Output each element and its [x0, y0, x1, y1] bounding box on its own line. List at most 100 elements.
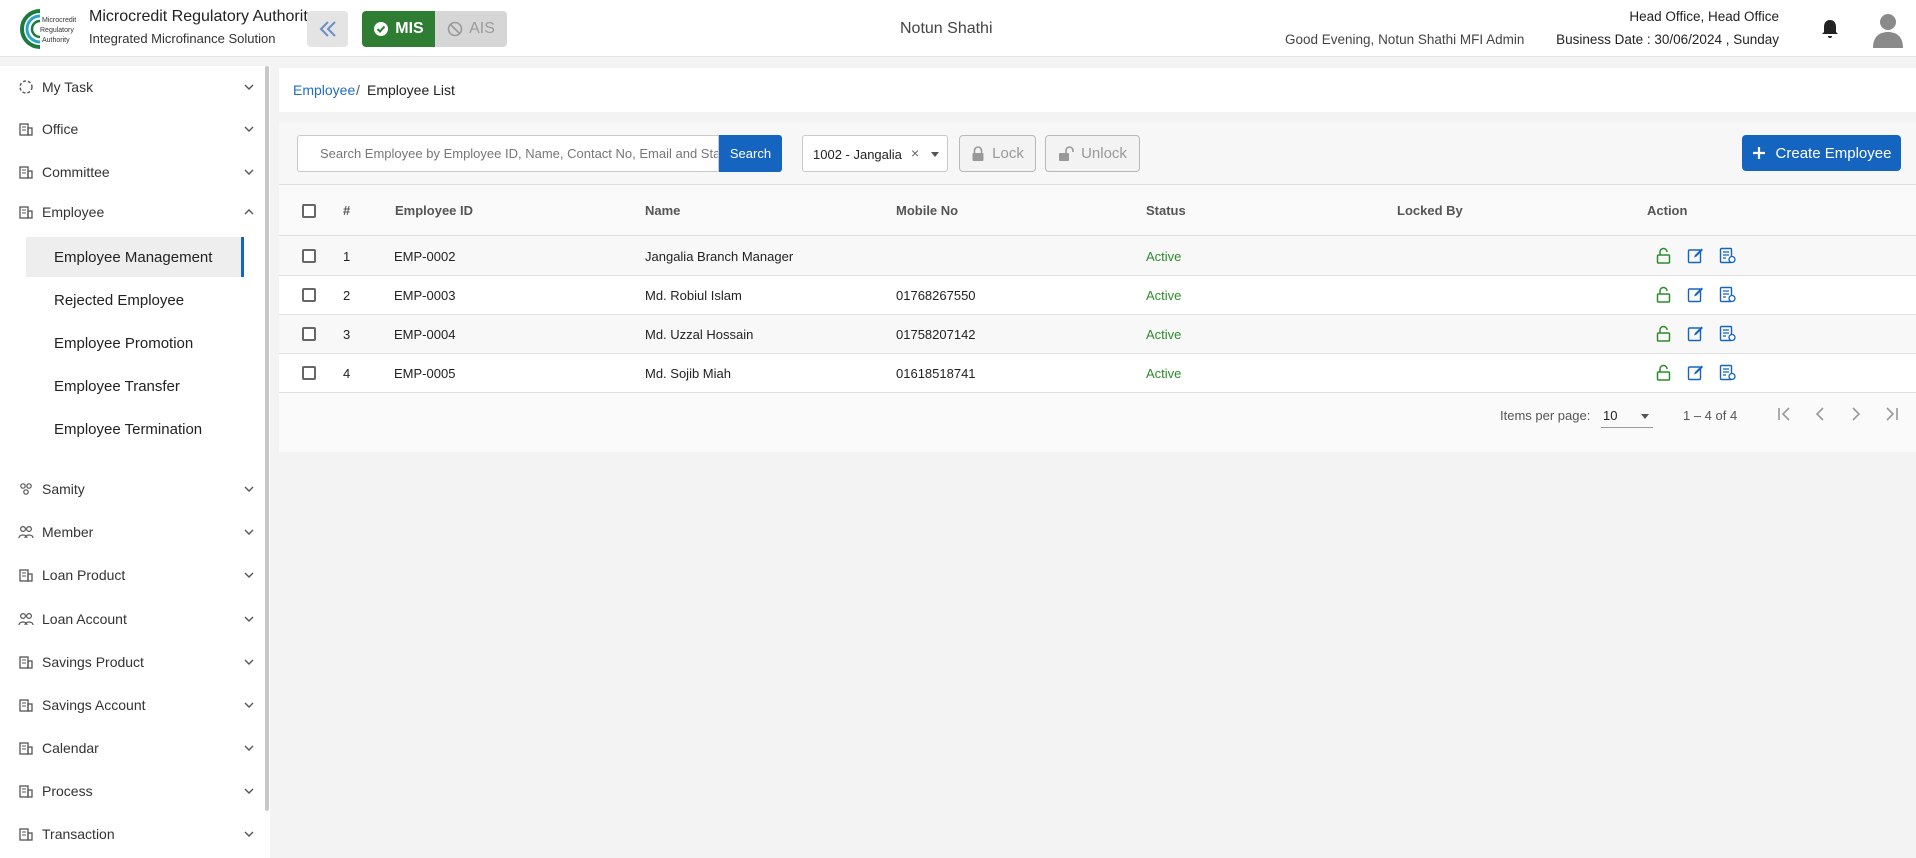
unlock-action-icon[interactable]	[1655, 325, 1672, 342]
cell-mobile: 01618518741	[896, 366, 976, 381]
sidebar-item-label: Office	[42, 121, 79, 137]
details-icon[interactable]	[1719, 286, 1736, 303]
sidebar-subitem-rejected-employee[interactable]: Rejected Employee	[26, 280, 244, 320]
sidebar-item-my-task[interactable]: My Task	[0, 67, 262, 107]
sidebar-item-savings-account[interactable]: Savings Account	[0, 685, 262, 725]
edit-icon[interactable]	[1687, 325, 1704, 342]
breadcrumb: Employee / Employee List	[279, 68, 1916, 112]
column-header-number: #	[343, 203, 351, 218]
user-avatar[interactable]	[1870, 10, 1906, 48]
column-header-mobile: Mobile No	[896, 203, 959, 218]
column-header-status: Status	[1146, 203, 1186, 218]
cell-status: Active	[1146, 288, 1182, 303]
edit-icon[interactable]	[1687, 364, 1704, 381]
sidebar-subitem-employee-termination[interactable]: Employee Termination	[26, 409, 244, 449]
ais-mode-button[interactable]: AIS	[435, 11, 507, 47]
sidebar-item-samity[interactable]: Samity	[0, 469, 262, 509]
sidebar-item-label: Transaction	[42, 826, 115, 842]
next-page-icon[interactable]	[1846, 404, 1866, 424]
table-row: 3 EMP-0004 Md. Uzzal Hossain 01758207142…	[279, 315, 1916, 354]
row-checkbox[interactable]	[302, 288, 316, 302]
double-chevron-left-icon	[319, 21, 336, 37]
cell-name: Jangalia Branch Manager	[645, 249, 794, 264]
unlock-action-icon[interactable]	[1655, 286, 1672, 303]
breadcrumb-employee-link[interactable]: Employee	[293, 82, 355, 98]
page-range-label: 1 – 4 of 4	[1683, 408, 1738, 423]
employee-list-panel: Search 1002 - Jangalia × Lock Unlock C	[279, 122, 1916, 452]
edit-icon[interactable]	[1687, 247, 1704, 264]
sidebar-item-office[interactable]: Office	[0, 109, 262, 149]
sidebar-item-loan-account[interactable]: Loan Account	[0, 599, 262, 639]
sidebar-item-calendar[interactable]: Calendar	[0, 728, 262, 768]
chevron-down-icon	[244, 169, 254, 175]
sidebar-item-label: Savings Product	[42, 654, 144, 670]
details-icon[interactable]	[1719, 325, 1736, 342]
previous-page-icon[interactable]	[1810, 404, 1830, 424]
sidebar-subitem-employee-management[interactable]: Employee Management	[26, 237, 244, 277]
create-employee-button[interactable]: Create Employee	[1742, 135, 1901, 171]
lock-label: Lock	[992, 145, 1024, 162]
sidebar-item-label: Employee	[42, 204, 105, 220]
row-checkbox[interactable]	[302, 327, 316, 341]
chevron-down-icon	[244, 84, 254, 90]
column-header-name: Name	[645, 203, 681, 218]
chevron-down-icon	[244, 486, 254, 492]
block-icon	[447, 21, 463, 37]
unlock-action-icon[interactable]	[1655, 364, 1672, 381]
unlock-action-icon[interactable]	[1655, 247, 1672, 264]
lock-button[interactable]: Lock	[959, 135, 1036, 172]
details-icon[interactable]	[1719, 247, 1736, 264]
sidebar-scrollbar[interactable]	[265, 66, 269, 811]
mra-logo: Microcredit Regulatory Authority	[20, 9, 76, 49]
sidebar-item-process[interactable]: Process	[0, 771, 262, 811]
details-icon[interactable]	[1719, 364, 1736, 381]
chevron-down-icon	[244, 616, 254, 622]
sidebar-item-label: Process	[42, 783, 93, 799]
top-header: Microcredit Regulatory Authority Microcr…	[0, 0, 1916, 57]
items-per-page-select[interactable]: 10	[1601, 402, 1653, 428]
sidebar-item-label: Calendar	[42, 740, 99, 756]
row-checkbox[interactable]	[302, 249, 316, 263]
first-page-icon[interactable]	[1774, 404, 1794, 424]
branch-select[interactable]: 1002 - Jangalia ×	[802, 135, 948, 172]
office-icon	[19, 569, 33, 582]
office-icon	[19, 166, 33, 179]
clear-icon[interactable]: ×	[911, 145, 919, 161]
sidebar-subitem-employee-transfer[interactable]: Employee Transfer	[26, 366, 244, 406]
sidebar-item-committee[interactable]: Committee	[0, 152, 262, 192]
sidebar-item-member[interactable]: Member	[0, 512, 262, 552]
org-subtitle: Integrated Microfinance Solution	[89, 31, 276, 46]
greeting-text: Good Evening, Notun Shathi MFI Admin	[1285, 32, 1525, 47]
office-icon	[19, 656, 33, 669]
last-page-icon[interactable]	[1882, 404, 1902, 424]
chevron-down-icon	[244, 745, 254, 751]
row-checkbox[interactable]	[302, 366, 316, 380]
sidebar-item-label: Loan Product	[42, 567, 126, 583]
sidebar-item-loan-product[interactable]: Loan Product	[0, 555, 262, 595]
sidebar-item-employee[interactable]: Employee	[0, 192, 262, 232]
collapse-sidebar-button[interactable]	[307, 11, 348, 47]
unlock-icon	[1059, 145, 1074, 161]
column-header-employee-id: Employee ID	[395, 203, 474, 218]
edit-icon[interactable]	[1687, 286, 1704, 303]
sidebar-item-label: Savings Account	[42, 697, 146, 713]
bell-icon[interactable]	[1820, 18, 1840, 40]
sidebar-subitem-employee-promotion[interactable]: Employee Promotion	[26, 323, 244, 363]
table-row: 1 EMP-0002 Jangalia Branch Manager Activ…	[279, 237, 1916, 276]
cell-number: 4	[343, 366, 351, 381]
sidebar: My Task Office Committee Employee Employ…	[0, 66, 270, 858]
search-button[interactable]: Search	[719, 135, 782, 172]
column-header-action: Action	[1647, 203, 1688, 218]
column-header-locked-by: Locked By	[1397, 203, 1463, 218]
sidebar-item-savings-product[interactable]: Savings Product	[0, 642, 262, 682]
plus-icon	[1752, 147, 1765, 159]
unlock-button[interactable]: Unlock	[1045, 135, 1140, 172]
cell-employee-id: EMP-0003	[394, 288, 456, 303]
select-all-checkbox[interactable]	[302, 204, 316, 218]
mis-mode-button[interactable]: MIS	[362, 11, 435, 47]
sidebar-item-transaction[interactable]: Transaction	[0, 814, 262, 854]
chevron-down-icon	[244, 702, 254, 708]
office-icon	[19, 742, 33, 755]
search-input[interactable]	[298, 136, 718, 171]
office-name: Head Office, Head Office	[1629, 9, 1779, 24]
